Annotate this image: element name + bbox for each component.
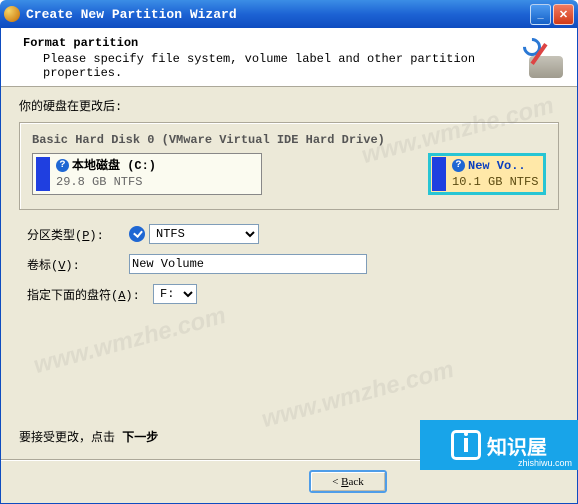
header-title: Format partition [23, 36, 521, 50]
partition-c[interactable]: ? 本地磁盘 (C:) 29.8 GB NTFS [32, 153, 262, 195]
volume-label-label: 卷标(V): [27, 256, 129, 273]
minimize-button[interactable]: _ [530, 4, 551, 25]
form-area: 分区类型(P): NTFS 卷标(V): 指定下面的盘符(A): F: [27, 224, 559, 314]
row-partition-type: 分区类型(P): NTFS [27, 224, 559, 244]
partition-new[interactable]: ? New Vo.. 10.1 GB NTFS [428, 153, 546, 195]
disk-panel: Basic Hard Disk 0 (VMware Virtual IDE Ha… [19, 122, 559, 210]
titlebar: Create New Partition Wizard _ ✕ [0, 0, 578, 28]
drive-letter-label: 指定下面的盘符(A): [27, 286, 153, 303]
partition-color-bar [432, 157, 446, 191]
intro-text: 你的硬盘在更改后: [19, 97, 559, 114]
disk-title: Basic Hard Disk 0 (VMware Virtual IDE Ha… [32, 133, 546, 147]
wizard-header: Format partition Please specify file sys… [1, 28, 577, 87]
row-drive-letter: 指定下面的盘符(A): F: [27, 284, 559, 304]
partition-detail: 29.8 GB NTFS [56, 174, 156, 190]
partition-detail: 10.1 GB NTFS [452, 174, 538, 190]
partition-type-label: 分区类型(P): [27, 226, 129, 243]
wizard-body: www.wmzhe.com www.wmzhe.com www.wmzhe.co… [1, 87, 577, 459]
window-title: Create New Partition Wizard [26, 7, 237, 22]
row-volume-label: 卷标(V): [27, 254, 559, 274]
help-icon: ? [56, 159, 69, 172]
volume-label-input[interactable] [129, 254, 367, 274]
promo-overlay: 知识屋 zhishiwu.com [420, 420, 578, 470]
partition-color-bar [36, 157, 50, 191]
promo-brand: 知识屋 [487, 431, 547, 460]
drive-letter-select[interactable]: F: [153, 284, 197, 304]
promo-icon [451, 430, 481, 460]
header-subtitle: Please specify file system, volume label… [23, 52, 521, 80]
back-button[interactable]: < Back [309, 470, 387, 493]
partition-name: New Vo.. [468, 158, 526, 174]
wizard-icon [521, 36, 565, 80]
partition-name: 本地磁盘 (C:) [72, 158, 156, 174]
promo-url: zhishiwu.com [518, 458, 572, 468]
help-icon: ? [452, 159, 465, 172]
filesystem-icon [129, 226, 145, 242]
close-button[interactable]: ✕ [553, 4, 574, 25]
app-icon [4, 6, 20, 22]
partition-type-select[interactable]: NTFS [149, 224, 259, 244]
